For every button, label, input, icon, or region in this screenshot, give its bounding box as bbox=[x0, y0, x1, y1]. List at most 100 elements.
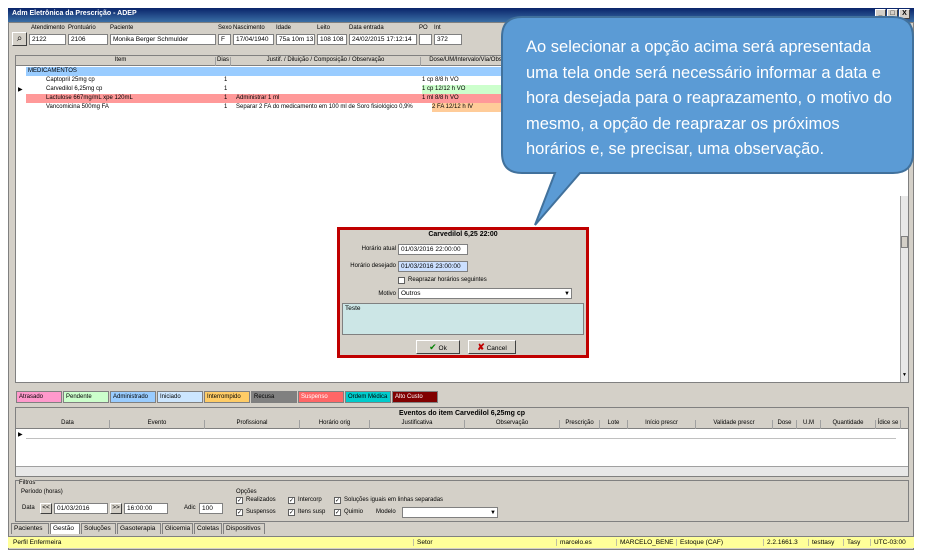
events-panel: Eventos do item Carvedilol 6,25mg cp Dat… bbox=[15, 407, 909, 477]
table-row[interactable]: Carvedilol 6,25mg cp 1 1 cp 12/12 h VO bbox=[26, 85, 516, 94]
item-obs: Administrar 1 ml bbox=[236, 95, 280, 101]
cancel-label: Cancel bbox=[486, 345, 507, 352]
col-justificativa[interactable]: Justificativa bbox=[370, 420, 465, 429]
int-field: 372 bbox=[434, 34, 462, 45]
status-db: testtasy bbox=[808, 539, 834, 546]
legend-interrompido: Interrompido bbox=[204, 391, 250, 403]
table-row[interactable]: Vancomicina 500mg FA 1 Separar 2 FA do m… bbox=[26, 103, 516, 112]
callout-bubble: Ao selecionar a opção acima será apresen… bbox=[500, 15, 915, 226]
solucoes-iguais-checkbox[interactable]: ✓ bbox=[334, 497, 341, 504]
legend-suspenso: Suspenso bbox=[298, 391, 344, 403]
motivo-select[interactable]: Outros ▼ bbox=[398, 288, 572, 299]
table-row[interactable]: Lactulose 667mg/mL xpe 120mL 1 Administr… bbox=[26, 94, 516, 103]
col-justificativa[interactable]: Justif. / Diluição / Composição / Observ… bbox=[231, 57, 421, 66]
int-label: Int bbox=[434, 25, 441, 31]
chevron-down-icon: ▼ bbox=[564, 291, 570, 297]
next-button[interactable]: >> bbox=[110, 503, 122, 514]
tab-pacientes[interactable]: Pacientes bbox=[11, 523, 49, 534]
adic-field[interactable]: 100 bbox=[199, 503, 223, 514]
status-bar: Perfil Enfermeira Setor marcelo.es MARCE… bbox=[8, 536, 914, 548]
quimio-label: Quimio bbox=[344, 509, 364, 515]
col-observacao[interactable]: Observação bbox=[465, 420, 560, 429]
item-obs: Separar 2 FA do medicamento em 100 ml de… bbox=[236, 104, 413, 110]
modelo-select[interactable]: ▼ bbox=[402, 507, 498, 518]
tab-gestao[interactable]: Gestão bbox=[50, 523, 80, 534]
status-estoque: Estoque (CAF) bbox=[676, 539, 723, 546]
sexo-label: Sexo bbox=[218, 25, 232, 31]
col-inicio-prescr[interactable]: Início prescr bbox=[628, 420, 696, 429]
col-quantidade[interactable]: Quantidade bbox=[821, 420, 876, 429]
tab-solucoes[interactable]: Soluções bbox=[81, 523, 116, 534]
legend-ordem-medica: Ordem Médica bbox=[345, 391, 391, 403]
table-row[interactable]: Captopril 25mg cp 1 1 cp 8/8 h VO bbox=[26, 76, 516, 85]
observacao-textarea[interactable]: Teste bbox=[342, 303, 584, 335]
status-perfil: Perfil Enfermeira bbox=[13, 539, 62, 546]
suspensos-checkbox[interactable]: ✓ bbox=[236, 509, 243, 516]
scrollbar-thumb[interactable] bbox=[901, 236, 908, 248]
x-icon: ✘ bbox=[477, 342, 485, 352]
reschedule-dialog: Carvedilol 6,25 22:00 Horário atual 01/0… bbox=[337, 227, 589, 358]
col-lote[interactable]: Lote bbox=[600, 420, 628, 429]
prev-button[interactable]: << bbox=[40, 503, 52, 514]
search-patient-button[interactable]: ⌕ bbox=[12, 32, 27, 46]
reaprazar-label: Reaprazar horários seguintes bbox=[408, 277, 487, 283]
prontuario-field[interactable]: 2106 bbox=[68, 34, 108, 45]
events-hscrollbar[interactable] bbox=[16, 466, 908, 476]
col-dose[interactable]: Dose/UM/Intervalo/Via/Obs bbox=[421, 57, 511, 66]
legend-recusa: Recusa bbox=[251, 391, 297, 403]
col-prescricao[interactable]: Prescrição bbox=[560, 420, 600, 429]
paciente-field[interactable]: Monika Berger Schmulder bbox=[110, 34, 216, 45]
horario-desejado-field[interactable]: 01/03/2016 23:00:00 bbox=[398, 261, 468, 272]
col-indice[interactable]: Ídice se bbox=[876, 420, 901, 429]
col-evento[interactable]: Evento bbox=[110, 420, 205, 429]
leito-label: Leito bbox=[317, 25, 331, 31]
intercorp-checkbox[interactable]: ✓ bbox=[288, 497, 295, 504]
atendimento-label: Atendimento bbox=[31, 25, 65, 31]
bottom-tabs: Pacientes Gestão Soluções Gasoterapia Gl… bbox=[11, 523, 511, 535]
tab-glicemia[interactable]: Glicemia bbox=[162, 523, 193, 534]
realizados-label: Realizados bbox=[246, 497, 276, 503]
data-field[interactable]: 01/03/2016 bbox=[54, 503, 108, 514]
realizados-checkbox[interactable]: ✓ bbox=[236, 497, 243, 504]
col-dose[interactable]: Dose bbox=[773, 420, 797, 429]
legend-atrasado: Atrasado bbox=[16, 391, 62, 403]
po-label: PO bbox=[419, 25, 428, 31]
intercorp-label: Intercorp bbox=[298, 497, 322, 503]
col-dias[interactable]: Dias bbox=[216, 57, 231, 66]
table-row[interactable] bbox=[26, 430, 896, 439]
col-validade-prescr[interactable]: Validade prescr bbox=[696, 420, 773, 429]
legend-administrado: Administrado bbox=[110, 391, 156, 403]
motivo-label: Motivo bbox=[378, 291, 396, 297]
col-um[interactable]: U.M bbox=[797, 420, 821, 429]
status-legend: Atrasado Pendente Administrado Iniciado … bbox=[16, 391, 446, 403]
status-user: marcelo.es bbox=[556, 539, 592, 546]
reaprazar-checkbox[interactable] bbox=[398, 277, 405, 284]
tab-gasoterapia[interactable]: Gasoterapia bbox=[117, 523, 161, 534]
hora-field[interactable]: 16:00:00 bbox=[124, 503, 168, 514]
nascimento-field: 17/04/1940 bbox=[233, 34, 274, 45]
itens-susp-checkbox[interactable]: ✓ bbox=[288, 509, 295, 516]
legend-alto-custo: Alto Custo bbox=[392, 391, 438, 403]
col-data[interactable]: Data bbox=[26, 420, 110, 429]
data-entrada-field: 24/02/2015 17:12:14 bbox=[349, 34, 417, 45]
scroll-down-icon[interactable]: ▼ bbox=[901, 372, 908, 381]
leito-field: 108 108 bbox=[317, 34, 347, 45]
atendimento-field[interactable]: 2122 bbox=[29, 34, 66, 45]
ok-button[interactable]: ✔ Ok bbox=[416, 340, 460, 354]
col-horario-orig[interactable]: Horário orig bbox=[300, 420, 370, 429]
check-icon: ✔ bbox=[429, 342, 437, 352]
filters-panel: Filtros Período (horas) Data << 01/03/20… bbox=[15, 480, 909, 522]
item-dose: 1 cp 8/8 h VO bbox=[422, 77, 459, 83]
periodo-label: Período (horas) bbox=[21, 489, 63, 495]
quimio-checkbox[interactable]: ✓ bbox=[334, 509, 341, 516]
prontuario-label: Prontuário bbox=[68, 25, 96, 31]
tab-dispositivos[interactable]: Dispositivos bbox=[223, 523, 265, 534]
paciente-label: Paciente bbox=[110, 25, 134, 31]
modelo-label: Modelo bbox=[376, 509, 396, 515]
cancel-button[interactable]: ✘ Cancel bbox=[468, 340, 516, 354]
col-profissional[interactable]: Profissional bbox=[205, 420, 300, 429]
po-field bbox=[419, 34, 432, 45]
idade-label: Idade bbox=[276, 25, 292, 31]
col-item[interactable]: Item bbox=[26, 57, 216, 66]
tab-coletas[interactable]: Coletas bbox=[194, 523, 222, 534]
